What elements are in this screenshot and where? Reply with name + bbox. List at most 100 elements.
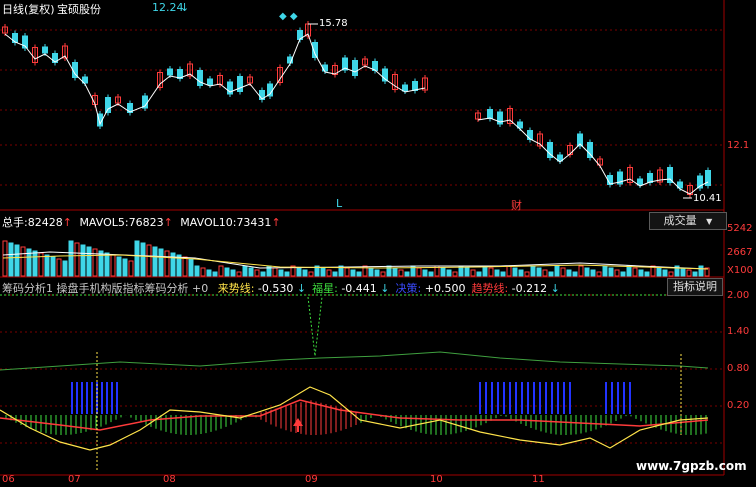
candle-body	[167, 68, 173, 76]
volume-bar	[398, 269, 404, 277]
volume-bar	[584, 267, 590, 277]
volume-bar	[152, 246, 158, 277]
volume-bar	[518, 269, 524, 277]
indicator-item: 趋势线: -0.212 ↓	[471, 282, 559, 295]
x-axis-label: 06	[2, 474, 15, 485]
volume-bar	[44, 254, 50, 277]
volume-bar	[62, 260, 68, 277]
candle-body	[352, 60, 358, 76]
stock-name: 宝硕股份	[57, 3, 101, 16]
volume-bar	[554, 265, 560, 277]
total-value: 82428	[27, 216, 63, 229]
volume-bar	[578, 265, 584, 277]
volume-bar	[494, 269, 500, 277]
volume-bar	[68, 240, 74, 277]
volume-bar	[638, 269, 644, 277]
volume-bar	[680, 267, 686, 277]
indicator-axis-label-3: 0.80	[727, 363, 750, 374]
volume-bar	[506, 265, 512, 277]
volume-bar	[194, 265, 200, 277]
candle-body	[197, 70, 203, 86]
indicator-title: 筹码分析1 操盘手机构版指标筹码分析	[2, 282, 189, 295]
indicator-item-value: -0.530	[254, 282, 294, 295]
x-axis-label: 07	[68, 474, 81, 485]
volume-bar	[206, 269, 212, 277]
volume-bar	[146, 244, 152, 277]
volume-bar	[668, 271, 674, 277]
volume-bar	[104, 252, 110, 277]
volume-bar	[470, 269, 476, 277]
volume-bar	[188, 258, 194, 277]
volume-bar	[566, 269, 572, 277]
period-label[interactable]: 日线(复权)	[2, 1, 55, 17]
indicator-param: +0	[192, 282, 209, 295]
indicator-item-value: -0.212	[508, 282, 548, 295]
volume-bar	[686, 269, 692, 277]
indicator-help-button[interactable]: 指标说明	[667, 278, 723, 296]
chevron-down-icon: ▼	[706, 217, 713, 226]
volume-bar	[590, 269, 596, 277]
down-arrow-icon: ↓	[547, 282, 560, 295]
candle-body	[207, 78, 213, 86]
candle-body	[42, 46, 48, 54]
volume-bar	[530, 265, 536, 277]
volume-header: 总手:82428↑ MAVOL5:76823↑ MAVOL10:73431↑	[2, 214, 281, 230]
volume-bar	[476, 271, 482, 277]
volume-bar	[632, 267, 638, 277]
volume-bar	[32, 250, 38, 277]
volume-bar	[626, 265, 632, 277]
candle-body	[237, 76, 243, 92]
x-axis-label: 08	[163, 474, 176, 485]
watermark: www.7gpzb.com	[636, 459, 747, 473]
volume-bar	[644, 271, 650, 277]
volume-bar	[254, 269, 260, 277]
volume-bar	[440, 267, 446, 277]
mavol5-label: MAVOL5:	[79, 216, 129, 229]
indicator-item: 福星: -0.441 ↓	[312, 282, 389, 295]
low-price-label: 10.41	[693, 193, 722, 204]
volume-bar	[50, 256, 56, 277]
volume-bar	[500, 271, 506, 277]
high-price-label: 15.78	[319, 18, 348, 29]
volume-bar	[248, 267, 254, 277]
volume-bar	[2, 240, 8, 277]
mavol5-value: 76823	[128, 216, 164, 229]
fuxing-line	[0, 351, 709, 371]
volume-bar	[86, 246, 92, 277]
volume-bar	[572, 271, 578, 277]
volume-bar	[446, 269, 452, 277]
stock-chart-window: 日线(复权) 宝硕股份 12.24 ↓ ◆ ◆ 15.78 10.41 L 财 …	[0, 0, 756, 487]
volume-bar	[296, 267, 302, 277]
x-axis-label: 11	[532, 474, 545, 485]
volume-bar	[698, 265, 704, 277]
volume-bar	[284, 271, 290, 277]
volume-bar	[374, 269, 380, 277]
volume-bar	[464, 267, 470, 277]
volume-bar	[308, 271, 314, 277]
volume-bar	[212, 271, 218, 277]
volume-bar	[140, 242, 146, 277]
volume-bar	[608, 267, 614, 277]
volume-axis-label-1: 5242	[727, 223, 753, 234]
indicator-dropdown[interactable]: 成交量 ▼	[649, 212, 727, 230]
volume-bar	[482, 265, 488, 277]
volume-bar	[692, 271, 698, 277]
volume-bar	[14, 244, 20, 277]
volume-bar	[404, 271, 410, 277]
candle-body	[527, 130, 533, 140]
volume-bar	[428, 271, 434, 277]
indicator-header: 筹码分析1 操盘手机构版指标筹码分析 +0 来势线: -0.530 ↓ 福星: -…	[2, 280, 560, 296]
volume-bar	[8, 242, 14, 277]
volume-bar	[662, 269, 668, 277]
indicator-item-label: 来势线:	[217, 282, 255, 295]
price-value: 12.24	[152, 1, 184, 14]
indicator-axis-label-4: 0.20	[727, 400, 750, 411]
volume-bar	[392, 267, 398, 277]
down-arrow-icon: ↓	[293, 282, 307, 295]
volume-bar	[656, 267, 662, 277]
indicator-item-value: -0.441	[337, 282, 377, 295]
up-arrow-icon: ↑	[163, 216, 173, 229]
candle-body	[637, 178, 643, 186]
volume-bar	[272, 267, 278, 277]
diamond-markers-icon: ◆ ◆	[279, 11, 298, 22]
